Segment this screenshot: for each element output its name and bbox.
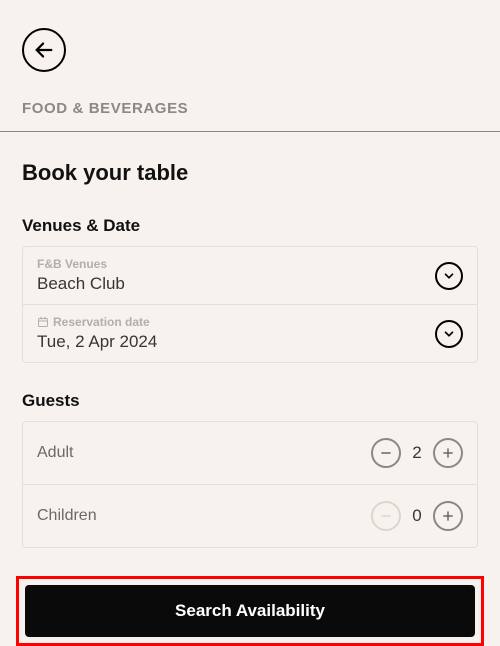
children-count: 0 [409, 506, 425, 526]
date-select[interactable]: Reservation date Tue, 2 Apr 2024 [23, 305, 477, 362]
adult-decrement-button[interactable] [371, 438, 401, 468]
plus-icon [441, 446, 455, 460]
children-decrement-button[interactable] [371, 501, 401, 531]
children-row: Children 0 [23, 485, 477, 547]
group-label-guests: Guests [22, 391, 478, 411]
page-title: Book your table [22, 160, 478, 186]
venue-field-label: F&B Venues [37, 257, 435, 271]
minus-icon [379, 509, 393, 523]
chevron-down-icon [435, 320, 463, 348]
adult-row: Adult 2 [23, 422, 477, 485]
adult-label: Adult [37, 444, 73, 462]
plus-icon [441, 509, 455, 523]
children-label: Children [37, 507, 97, 525]
section-label: FOOD & BEVERAGES [0, 88, 500, 131]
children-stepper: 0 [371, 501, 463, 531]
minus-icon [379, 446, 393, 460]
chevron-down-icon [435, 262, 463, 290]
date-field-value: Tue, 2 Apr 2024 [37, 332, 435, 352]
highlight-box: Search Availability [16, 576, 484, 646]
back-button[interactable] [22, 28, 66, 72]
adult-count: 2 [409, 443, 425, 463]
date-field-label: Reservation date [37, 315, 435, 329]
guests-card: Adult 2 Children 0 [22, 421, 478, 548]
children-increment-button[interactable] [433, 501, 463, 531]
venue-field-value: Beach Club [37, 274, 435, 294]
calendar-icon [37, 316, 49, 328]
venues-date-card: F&B Venues Beach Club Reservation date T… [22, 246, 478, 363]
venue-select[interactable]: F&B Venues Beach Club [23, 247, 477, 305]
search-availability-button[interactable]: Search Availability [25, 585, 475, 637]
adult-increment-button[interactable] [433, 438, 463, 468]
group-label-venues-date: Venues & Date [22, 216, 478, 236]
adult-stepper: 2 [371, 438, 463, 468]
arrow-left-icon [33, 39, 55, 61]
